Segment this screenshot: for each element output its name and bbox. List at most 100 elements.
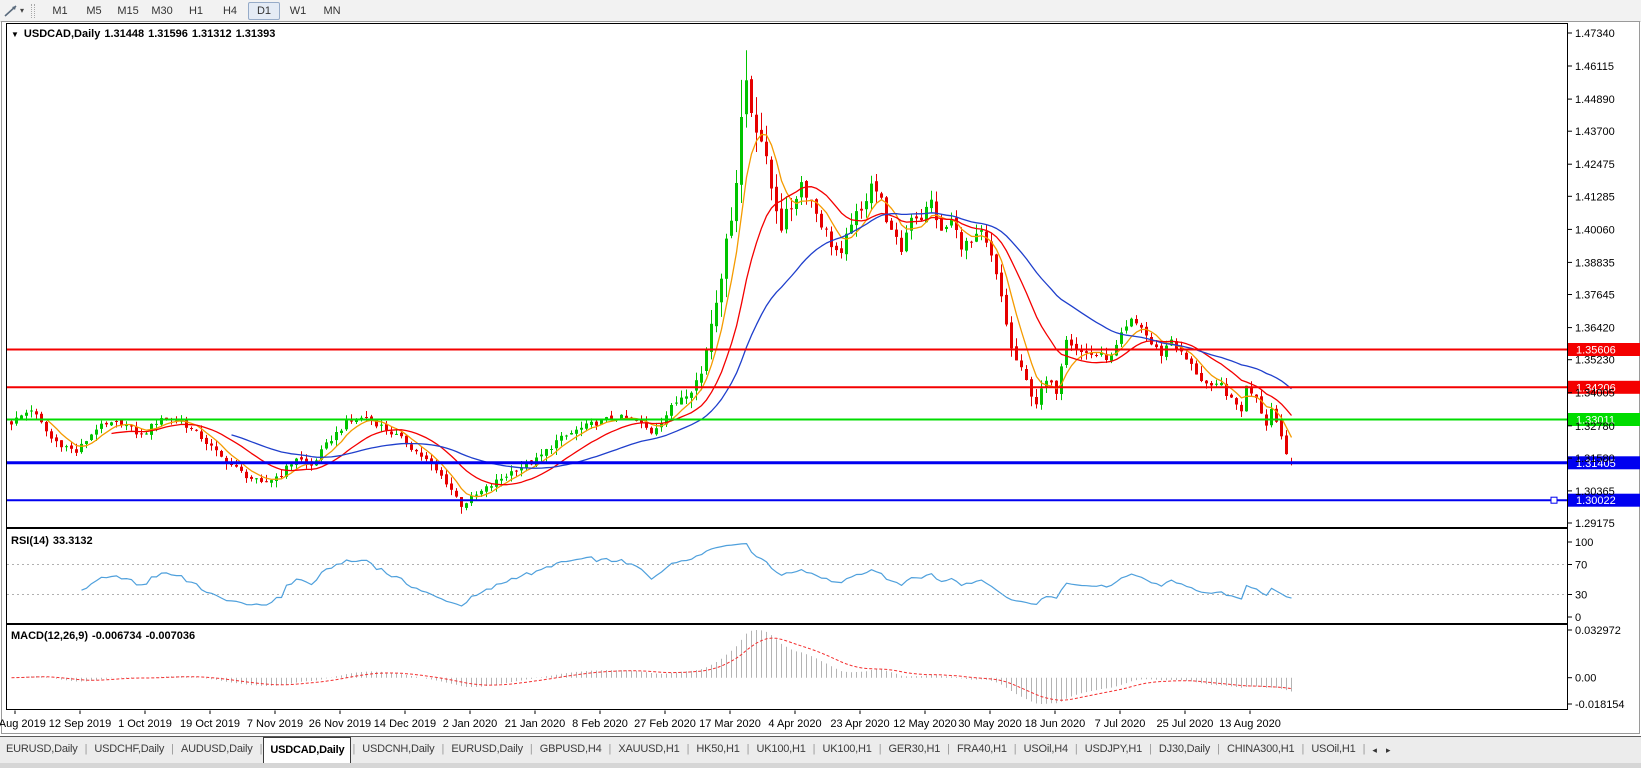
candle-body: [680, 398, 683, 405]
chart-tab-usoil-h1[interactable]: USOil,H1: [1305, 737, 1361, 763]
candle-body: [980, 230, 983, 232]
chart-collapse-icon[interactable]: ▼: [11, 30, 19, 39]
candle-body: [575, 430, 578, 434]
candle-body: [685, 396, 688, 398]
candle-body: [845, 234, 848, 255]
candle-body: [85, 441, 88, 444]
hline-handle[interactable]: [1551, 497, 1557, 503]
price-tick-label: 1.40060: [1575, 224, 1615, 236]
candle-body: [240, 467, 243, 471]
chart-canvas[interactable]: 1.356061.342061.330111.314051.300221.473…: [0, 0, 1641, 747]
panel-separator-rsi[interactable]: [7, 527, 1567, 529]
candle-body: [220, 451, 223, 457]
candle-body: [60, 440, 63, 447]
candle-body: [50, 431, 53, 438]
candle-body: [490, 486, 493, 488]
candle-body: [545, 449, 548, 456]
candle-body: [875, 181, 878, 191]
price-tick-label: 1.31580: [1575, 453, 1615, 465]
date-label: 21 Jan 2020: [505, 718, 566, 730]
chart-tab-eurusd-daily[interactable]: EURUSD,Daily: [445, 737, 529, 763]
candle-body: [915, 216, 918, 218]
candle-body: [485, 486, 488, 491]
date-label: 12 May 2020: [893, 718, 957, 730]
candle-body: [65, 446, 68, 447]
candle-body: [1220, 383, 1223, 385]
candle-body: [970, 242, 973, 243]
chart-tab-gbpusd-h4[interactable]: GBPUSD,H4: [534, 737, 608, 763]
candle-body: [835, 246, 838, 250]
candle-body: [1205, 381, 1208, 384]
candle-body: [1160, 346, 1163, 356]
candle-body: [710, 324, 713, 352]
panel-separator-macd[interactable]: [7, 623, 1567, 625]
chart-tab-uk100-h1[interactable]: UK100,H1: [817, 737, 878, 763]
candle-body: [1130, 319, 1133, 327]
date-label: 13 Aug 2020: [1219, 718, 1281, 730]
candle-body: [780, 209, 783, 231]
rsi-tick-label: 70: [1575, 560, 1587, 572]
candle-body: [1005, 295, 1008, 325]
candle-body: [870, 184, 873, 204]
candle-body: [1060, 366, 1063, 394]
candle-body: [1270, 409, 1273, 425]
candle-body: [330, 441, 333, 443]
candle-body: [1110, 355, 1113, 361]
candle-body: [45, 422, 48, 431]
price-tick-label: 1.38835: [1575, 257, 1615, 269]
candle-body: [755, 115, 758, 133]
chart-tab-hk50-h1[interactable]: HK50,H1: [690, 737, 745, 763]
candle-body: [300, 457, 303, 459]
candle-body: [1195, 363, 1198, 374]
chart-tab-dj30-daily[interactable]: DJ30,Daily: [1153, 737, 1216, 763]
chart-tab-usoil-h4[interactable]: USOil,H4: [1018, 737, 1074, 763]
chart-tab-eurusd-daily[interactable]: EURUSD,Daily: [0, 737, 84, 763]
candle-body: [1010, 322, 1013, 348]
candle-body: [90, 435, 93, 441]
date-label: 2 Jan 2020: [443, 718, 497, 730]
tab-scroll-left-icon[interactable]: ◂: [1372, 745, 1377, 756]
chart-title: ▼USDCAD,Daily1.314481.315961.313121.3139…: [11, 28, 279, 40]
chart-tab-audusd-daily[interactable]: AUDUSD,Daily: [175, 737, 259, 763]
candle-body: [565, 436, 568, 437]
date-label: 24 Aug 2019: [0, 718, 46, 730]
chart-tab-usdcad-daily[interactable]: USDCAD,Daily: [263, 737, 351, 763]
macd-tick-label: 0.032972: [1575, 625, 1621, 637]
candle-body: [650, 428, 653, 434]
chart-title-symbol: USDCAD,Daily: [24, 28, 100, 40]
candle-body: [345, 419, 348, 429]
candle-body: [455, 491, 458, 497]
chart-tab-usdcnh-daily[interactable]: USDCNH,Daily: [356, 737, 440, 763]
candle-body: [855, 211, 858, 225]
candle-body: [25, 413, 28, 416]
candle-body: [785, 209, 788, 229]
chart-tab-uk100-h1[interactable]: UK100,H1: [751, 737, 812, 763]
candle-body: [190, 428, 193, 429]
tab-scroll-right-icon[interactable]: ▸: [1386, 745, 1391, 756]
date-label: 27 Feb 2020: [634, 718, 696, 730]
candle-body: [1260, 396, 1263, 413]
rsi-label: RSI(14)33.3132: [11, 535, 97, 547]
candle-body: [695, 380, 698, 390]
candle-body: [805, 181, 808, 198]
candle-body: [945, 227, 948, 229]
chart-tab-usdjpy-h1[interactable]: USDJPY,H1: [1079, 737, 1148, 763]
chart-tab-ger30-h1[interactable]: GER30,H1: [883, 737, 947, 763]
candle-body: [355, 421, 358, 423]
candle-body: [940, 219, 943, 231]
chart-tab-xauusd-h1[interactable]: XAUUSD,H1: [612, 737, 685, 763]
chart-tab-fra40-h1[interactable]: FRA40,H1: [951, 737, 1013, 763]
chart-tab-usdchf-daily[interactable]: USDCHF,Daily: [88, 737, 170, 763]
candle-body: [205, 438, 208, 444]
price-tick-label: 1.35230: [1575, 355, 1615, 367]
price-tick-label: 1.37645: [1575, 290, 1615, 302]
candle-body: [975, 234, 978, 242]
candle-body: [260, 478, 263, 482]
macd-value-main: -0.006734: [92, 630, 142, 642]
candle-body: [825, 229, 828, 230]
candle-body: [245, 472, 248, 478]
chart-tab-china300-h1[interactable]: CHINA300,H1: [1221, 737, 1301, 763]
candle-body: [140, 433, 143, 434]
candle-body: [460, 497, 463, 507]
candle-body: [145, 434, 148, 435]
